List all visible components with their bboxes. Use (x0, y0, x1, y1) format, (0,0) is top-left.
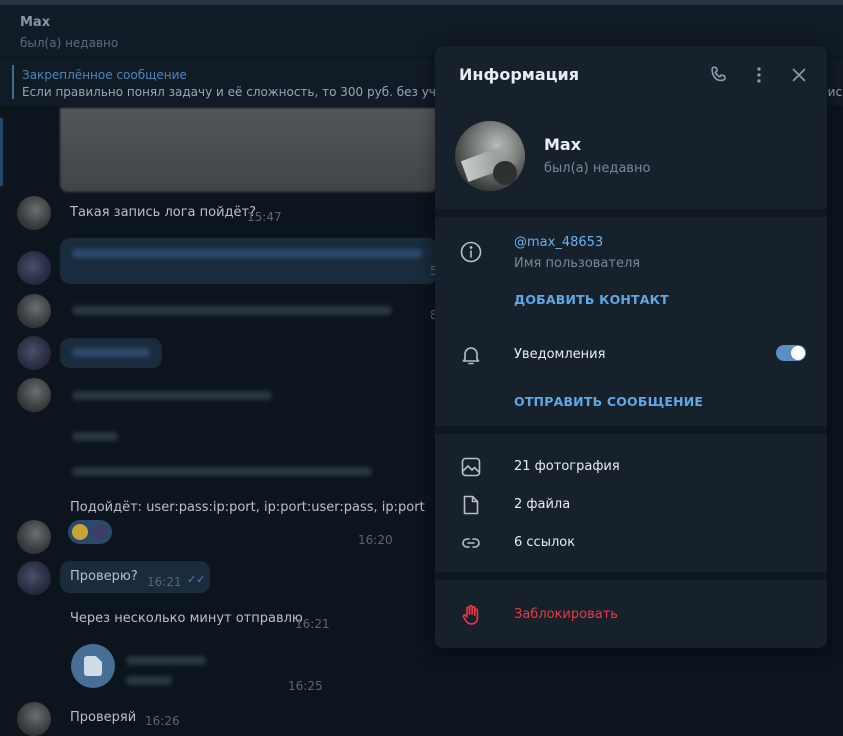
blurred-text (72, 348, 150, 357)
avatar[interactable] (17, 294, 51, 328)
username-label: Имя пользователя (514, 256, 641, 271)
avatar[interactable] (17, 520, 51, 554)
info-icon (459, 240, 483, 264)
notifications-label: Уведомления (514, 347, 606, 362)
reaction-avatar (92, 524, 108, 540)
blurred-text (72, 467, 372, 476)
block-user-button[interactable]: Заблокировать (514, 607, 618, 622)
section-divider (435, 572, 827, 580)
blurred-text (72, 306, 392, 315)
close-icon[interactable] (788, 64, 810, 86)
avatar[interactable] (17, 196, 51, 230)
message-time: 16:21 (147, 575, 182, 589)
message-time: 16:26 (145, 714, 180, 728)
link-icon (459, 531, 483, 555)
toggle-knob (791, 346, 805, 360)
message-time: 16:20 (358, 533, 393, 547)
avatar[interactable] (17, 561, 51, 595)
chat-contact-name[interactable]: Max (20, 15, 50, 30)
block-hand-icon (459, 603, 483, 627)
chat-scroll-marker (0, 118, 3, 186)
message-image[interactable] (60, 108, 438, 192)
pinned-text: Если правильно понял задачу и её сложнос… (22, 85, 442, 99)
message-text: Проверяй (70, 710, 137, 725)
photo-icon (459, 455, 483, 479)
section-divider (435, 426, 827, 434)
pinned-title: Закреплённое сообщение (22, 68, 187, 82)
more-vertical-icon[interactable] (748, 64, 770, 86)
message-time: 16:21 (295, 617, 330, 631)
chat-contact-status: был(а) недавно (20, 36, 119, 50)
send-message-button[interactable]: ОТПРАВИТЬ СООБЩЕНИЕ (514, 394, 703, 409)
avatar-image-detail (493, 161, 517, 185)
avatar[interactable] (17, 336, 51, 370)
avatar[interactable] (17, 702, 51, 736)
message-text: Проверю? (70, 569, 138, 584)
blurred-text (72, 249, 422, 258)
add-contact-button[interactable]: ДОБАВИТЬ КОНТАКТ (514, 292, 669, 307)
pinned-accent-bar (12, 65, 14, 99)
blurred-filesize (126, 676, 172, 685)
phone-icon[interactable] (708, 64, 730, 86)
blurred-filename (126, 656, 206, 665)
avatar[interactable] (17, 378, 51, 412)
reaction-icon (72, 524, 88, 540)
panel-title: Информация (459, 65, 579, 84)
file-icon (459, 493, 483, 517)
profile-avatar[interactable] (455, 121, 525, 191)
profile-name: Max (544, 135, 582, 154)
media-files[interactable]: 2 файла (514, 497, 570, 512)
blurred-text (72, 391, 272, 400)
reactions-badge[interactable] (68, 520, 112, 544)
message-text: Такая запись лога пойдёт? (70, 205, 256, 220)
message-time: 15:47 (247, 210, 282, 224)
bell-icon (459, 343, 483, 367)
profile-status: был(а) недавно (544, 161, 651, 176)
avatar[interactable] (17, 251, 51, 285)
info-panel: Информация Max был(а) недавно @max_48653… (435, 46, 827, 648)
message-text: Подойдёт: user:pass:ip:port, ip:port:use… (70, 500, 425, 515)
notifications-toggle[interactable] (776, 345, 806, 361)
message-time: 16:25 (288, 679, 323, 693)
read-checkmarks-icon: ✓✓ (187, 573, 206, 586)
message-text: Через несколько минут отправлю (70, 611, 303, 626)
media-links[interactable]: 6 ссылок (514, 535, 575, 550)
media-photos[interactable]: 21 фотография (514, 459, 620, 474)
blurred-text (72, 432, 118, 441)
message-bubble[interactable] (60, 238, 438, 284)
username[interactable]: @max_48653 (514, 235, 603, 250)
section-divider (435, 209, 827, 217)
